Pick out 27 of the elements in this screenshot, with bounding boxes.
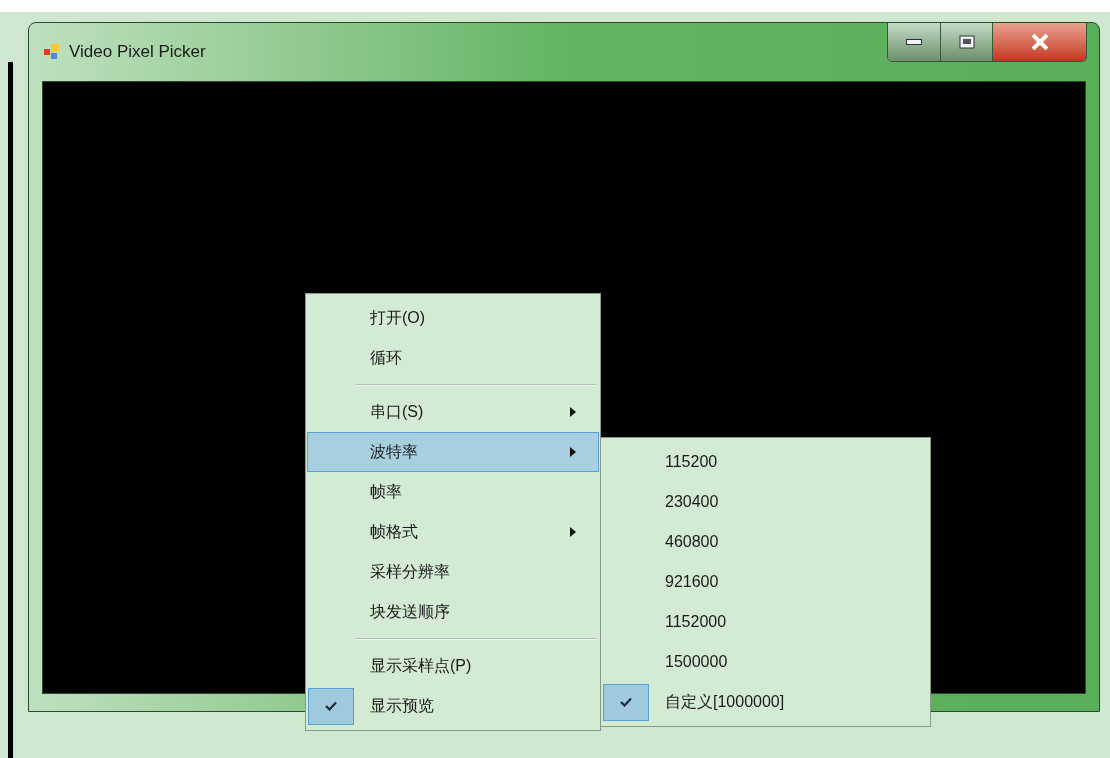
menu-item[interactable]: 串口(S) bbox=[307, 392, 599, 432]
menu-item[interactable]: 115200 bbox=[602, 442, 929, 482]
close-icon bbox=[1030, 34, 1049, 50]
minimize-icon bbox=[906, 39, 922, 45]
menu-item[interactable]: 自定义[1000000] bbox=[602, 682, 929, 722]
checkmark-icon bbox=[620, 697, 632, 707]
menu-item[interactable]: 循环 bbox=[307, 338, 599, 378]
app-icon bbox=[43, 42, 61, 61]
menu-item[interactable]: 波特率 bbox=[307, 432, 599, 472]
menu-item[interactable]: 帧格式 bbox=[307, 512, 599, 552]
menu-item[interactable]: 460800 bbox=[602, 522, 929, 562]
menu-item[interactable]: 230400 bbox=[602, 482, 929, 522]
menu-item[interactable]: 921600 bbox=[602, 562, 929, 602]
close-button[interactable] bbox=[993, 23, 1086, 61]
menu-item[interactable]: 块发送顺序 bbox=[307, 592, 599, 632]
menu-item[interactable]: 显示预览 bbox=[307, 686, 599, 726]
menu-item[interactable]: 帧率 bbox=[307, 472, 599, 512]
menu-item[interactable]: 采样分辨率 bbox=[307, 552, 599, 592]
minimize-button[interactable] bbox=[888, 23, 941, 61]
window-title: Video Pixel Picker bbox=[69, 41, 206, 63]
menu-item[interactable]: 打开(O) bbox=[307, 298, 599, 338]
maximize-icon bbox=[958, 35, 975, 49]
maximize-button[interactable] bbox=[941, 23, 993, 61]
menu-item[interactable]: 1500000 bbox=[602, 642, 929, 682]
menu-item[interactable]: 显示采样点(P) bbox=[307, 646, 599, 686]
menu-item[interactable]: 1152000 bbox=[602, 602, 929, 642]
checkmark-icon bbox=[325, 701, 337, 711]
